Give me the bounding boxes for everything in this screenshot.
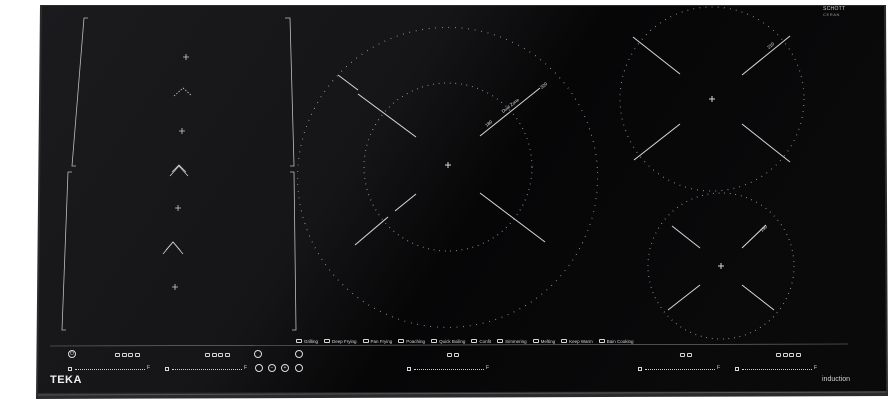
- zone1-power-slider[interactable]: [75, 369, 145, 370]
- flame-icon: [134, 353, 140, 357]
- zone3-select-button[interactable]: [407, 367, 411, 371]
- timer-icon[interactable]: [254, 350, 262, 358]
- zone3-function-icons: [447, 353, 459, 358]
- wok-icon: [218, 353, 223, 357]
- pan-icon: [362, 339, 369, 343]
- function-keep-warm[interactable]: Keep Warm: [561, 339, 593, 344]
- melt-icon: [532, 339, 539, 343]
- zone2-select-button[interactable]: [165, 367, 169, 371]
- zone3-power-slider[interactable]: [414, 369, 484, 370]
- grill-icon: [795, 353, 801, 357]
- zone5-power-slider[interactable]: [742, 369, 812, 370]
- wok-icon: [789, 353, 794, 357]
- pan-icon: [776, 353, 781, 357]
- confit-icon: [471, 339, 478, 343]
- function-deep-frying[interactable]: Deep Frying: [324, 339, 357, 344]
- grill-icon: [296, 339, 302, 343]
- power-button[interactable]: ⏻: [68, 350, 76, 358]
- poach-icon: [398, 339, 405, 343]
- ceran-logo-text: CERAN: [823, 12, 841, 17]
- simmer-icon: [497, 339, 504, 343]
- function-melting[interactable]: Melting: [532, 339, 555, 344]
- wok-icon: [128, 353, 133, 357]
- fryer-icon: [324, 339, 331, 343]
- timer-select-button[interactable]: [255, 364, 263, 372]
- zone1-function-icons: [115, 353, 140, 358]
- induction-hob: SCHOTT CERAN TEKA induction Dual Zone 18…: [0, 0, 892, 403]
- zone5-function-icons: [776, 353, 801, 358]
- zone2-function-icons: [205, 353, 230, 358]
- boil-icon: [431, 339, 438, 343]
- zone1-select-button[interactable]: [68, 367, 72, 371]
- zone4-power-slider[interactable]: [645, 369, 715, 370]
- zone5-select-button[interactable]: [735, 367, 739, 371]
- pot-icon: [782, 353, 788, 357]
- cooking-functions-row: Grilling Deep Frying Pan Frying Poaching…: [296, 336, 634, 346]
- function-grilling[interactable]: Grilling: [296, 339, 318, 344]
- induction-label: induction: [822, 376, 851, 383]
- lock-button[interactable]: [295, 364, 303, 372]
- flame-icon: [224, 353, 230, 357]
- pan-icon: [447, 353, 452, 357]
- zone2-power-slider[interactable]: [172, 369, 242, 370]
- pot-icon: [211, 353, 217, 357]
- pot-icon: [121, 353, 127, 357]
- zone4-function-icons: [680, 353, 692, 358]
- zone4-boost-label: F: [717, 365, 721, 371]
- bain-icon: [598, 339, 605, 343]
- pan-icon: [205, 353, 210, 357]
- zone2-boost-label: F: [244, 365, 248, 371]
- function-pan-frying[interactable]: Pan Frying: [362, 339, 392, 344]
- hob-glass: [38, 6, 886, 393]
- function-confit[interactable]: Confit: [471, 339, 491, 344]
- function-simmering[interactable]: Simmering: [497, 339, 527, 344]
- zone1-boost-label: F: [147, 365, 151, 371]
- teka-logo: TEKA: [50, 374, 82, 386]
- timer-plus-button[interactable]: +: [281, 364, 289, 372]
- pan-icon: [115, 353, 120, 357]
- function-quick-boiling[interactable]: Quick Boiling: [431, 339, 465, 344]
- function-poaching[interactable]: Poaching: [398, 339, 425, 344]
- pot-icon: [686, 353, 692, 357]
- pan-icon: [680, 353, 685, 357]
- timer-minus-button[interactable]: −: [268, 364, 276, 372]
- pause-button[interactable]: [295, 350, 303, 358]
- function-bain-cooking[interactable]: Bain Cooking: [598, 339, 634, 344]
- zone3-boost-label: F: [486, 365, 490, 371]
- zone4-select-button[interactable]: [638, 367, 642, 371]
- pot-icon: [453, 353, 459, 357]
- zone5-boost-label: F: [814, 365, 818, 371]
- keep-warm-icon: [561, 339, 568, 343]
